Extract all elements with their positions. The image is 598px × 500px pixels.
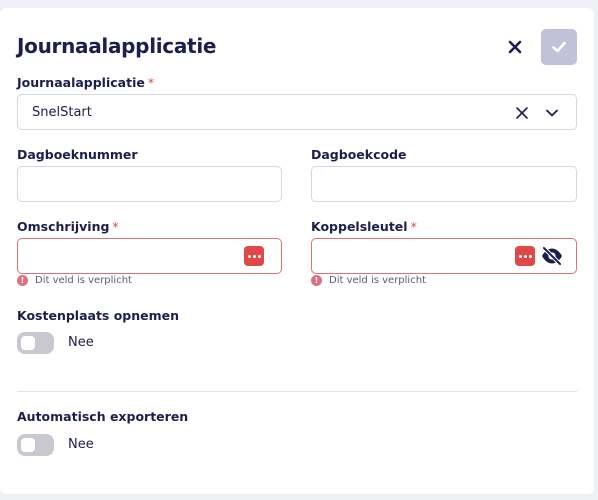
- app-select[interactable]: SnelStart: [17, 94, 577, 130]
- required-marker: *: [147, 75, 155, 90]
- app-select-value: SnelStart: [32, 105, 92, 120]
- error-icon: !: [311, 275, 322, 286]
- toggle-knob: [21, 336, 35, 350]
- koppelsleutel-label: Koppelsleutel *: [311, 219, 417, 234]
- export-state: Nee: [68, 437, 94, 452]
- kostenplaats-label: Kostenplaats opnemen: [17, 308, 180, 323]
- dagboeknummer-label: Dagboeknummer: [17, 147, 138, 162]
- dagboekcode-input[interactable]: [311, 166, 577, 202]
- clear-icon[interactable]: [515, 106, 529, 120]
- koppelsleutel-input[interactable]: [311, 238, 577, 274]
- kostenplaats-toggle[interactable]: [17, 332, 54, 354]
- koppelsleutel-error: ! Dit veld is verplicht: [311, 275, 426, 286]
- omschrijving-error-text: Dit veld is verplicht: [35, 275, 132, 286]
- close-button[interactable]: [505, 37, 525, 57]
- dagboeknummer-input[interactable]: [17, 166, 282, 202]
- save-button[interactable]: [541, 29, 577, 65]
- required-marker: *: [112, 219, 119, 234]
- koppelsleutel-label-text: Koppelsleutel: [311, 219, 408, 234]
- omschrijving-error: ! Dit veld is verplicht: [17, 275, 132, 286]
- app-label: Journaalapplicatie *: [17, 75, 154, 90]
- check-icon: [552, 41, 566, 53]
- close-icon: [508, 40, 522, 54]
- omschrijving-label-text: Omschrijving: [17, 219, 110, 234]
- required-marker: *: [410, 219, 417, 234]
- koppelsleutel-error-text: Dit veld is verplicht: [329, 275, 426, 286]
- omschrijving-label: Omschrijving *: [17, 219, 119, 234]
- toggle-knob: [21, 438, 35, 452]
- kostenplaats-state: Nee: [68, 335, 94, 350]
- error-icon: !: [17, 275, 28, 286]
- chevron-down-icon[interactable]: [545, 107, 559, 119]
- password-dots-icon[interactable]: [244, 246, 264, 266]
- app-label-text: Journaalapplicatie: [17, 75, 145, 90]
- export-label: Automatisch exporteren: [17, 409, 189, 424]
- page-title: Journaalapplicatie: [17, 34, 217, 58]
- omschrijving-input[interactable]: [17, 238, 282, 274]
- export-toggle[interactable]: [17, 434, 54, 456]
- divider: [17, 391, 577, 392]
- dagboekcode-label: Dagboekcode: [311, 147, 407, 162]
- eye-slash-icon[interactable]: [540, 246, 564, 266]
- password-dots-icon[interactable]: [515, 246, 535, 266]
